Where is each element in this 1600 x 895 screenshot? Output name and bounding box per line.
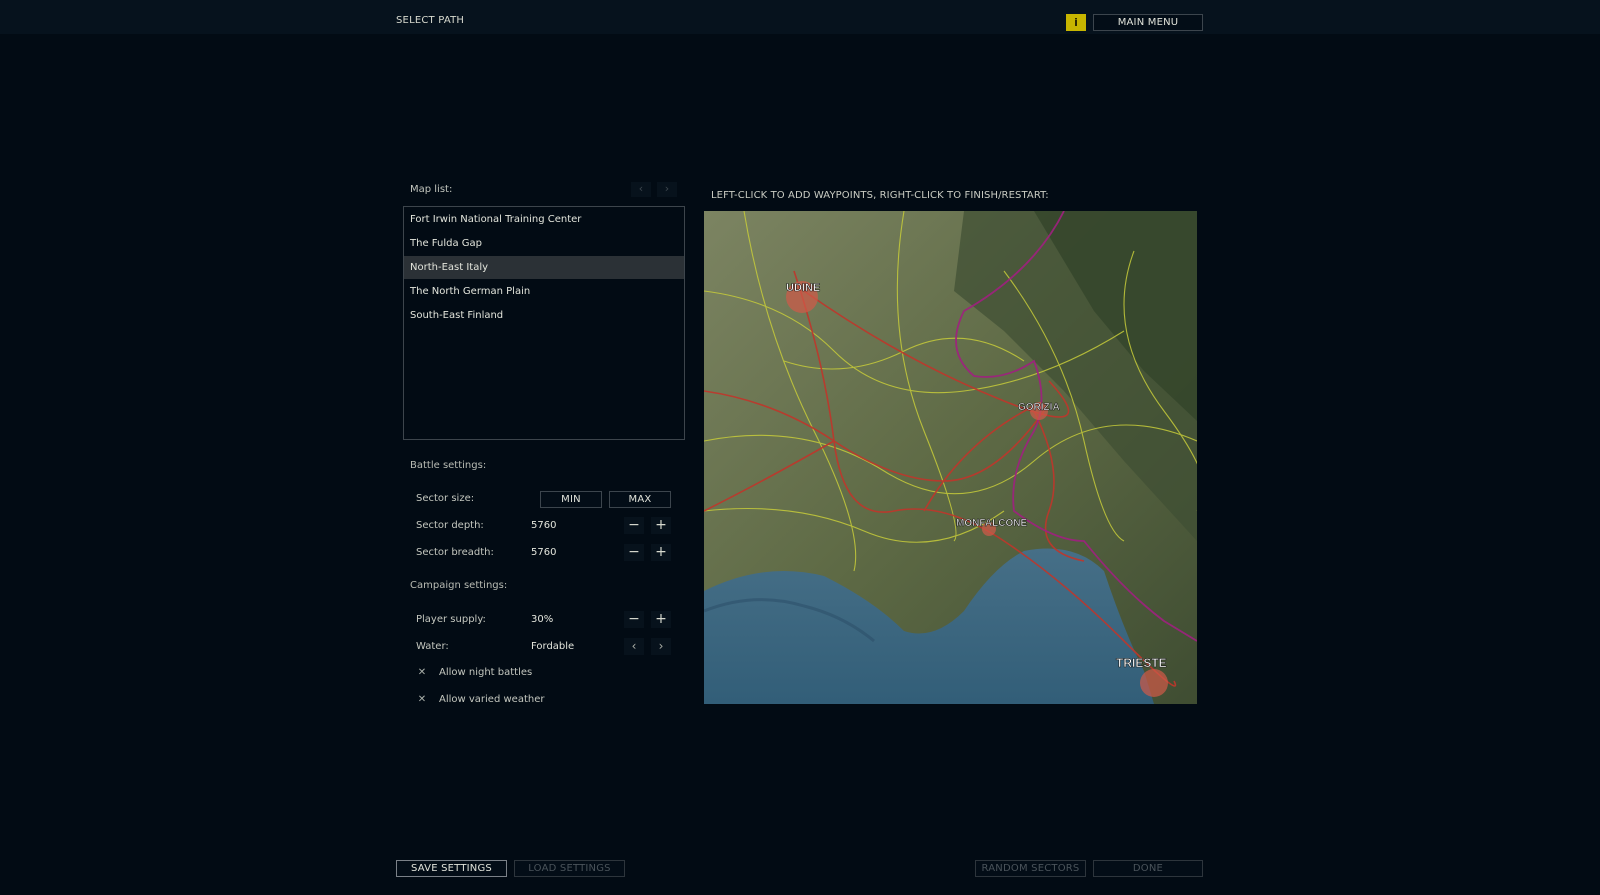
map-view[interactable]: UDINE GORIZIA MONFALCONE TRIESTE — [704, 211, 1197, 704]
map-label-monfalcone: MONFALCONE — [956, 518, 1027, 529]
sector-depth-value: 5760 — [531, 520, 557, 531]
water-prev-button[interactable]: ‹ — [624, 638, 644, 655]
map-list-item-fort-irwin[interactable]: Fort Irwin National Training Center — [404, 208, 684, 231]
sector-size-label: Sector size: — [416, 493, 475, 504]
water-label: Water: — [416, 641, 449, 652]
sector-depth-minus-button[interactable]: − — [624, 517, 644, 534]
satellite-map[interactable]: UDINE GORIZIA MONFALCONE TRIESTE — [704, 211, 1197, 704]
map-label-gorizia: GORIZIA — [1018, 402, 1060, 413]
water-value: Fordable — [531, 641, 575, 652]
player-supply-plus-button[interactable]: + — [651, 611, 671, 628]
map-list-item-north-east-italy[interactable]: North-East Italy — [404, 256, 684, 279]
info-button[interactable]: i — [1066, 14, 1086, 31]
map-list-next-button[interactable]: › — [657, 182, 677, 197]
map-list-item-north-german-plain[interactable]: The North German Plain — [404, 280, 684, 303]
night-battles-label: Allow night battles — [439, 667, 533, 678]
map-label-udine: UDINE — [786, 282, 820, 294]
map-label-trieste: TRIESTE — [1116, 656, 1167, 670]
night-battles-checkbox[interactable]: ✕ — [416, 667, 428, 679]
map-list-item-south-east-finland[interactable]: South-East Finland — [404, 304, 684, 327]
map-instructions: LEFT-CLICK TO ADD WAYPOINTS, RIGHT-CLICK… — [711, 190, 1049, 201]
sector-depth-plus-button[interactable]: + — [651, 517, 671, 534]
top-bar — [0, 0, 1600, 34]
player-supply-minus-button[interactable]: − — [624, 611, 644, 628]
map-list-label: Map list: — [410, 184, 453, 195]
save-settings-button[interactable]: SAVE SETTINGS — [396, 860, 507, 877]
map-list-prev-button[interactable]: ‹ — [631, 182, 651, 197]
player-supply-value: 30% — [531, 614, 554, 625]
player-supply-label: Player supply: — [416, 614, 486, 625]
water-next-button[interactable]: › — [651, 638, 671, 655]
sector-breadth-minus-button[interactable]: − — [624, 544, 644, 561]
main-menu-button[interactable]: MAIN MENU — [1093, 14, 1203, 31]
map-list-item-fulda-gap[interactable]: The Fulda Gap — [404, 232, 684, 255]
sector-size-max-button[interactable]: MAX — [609, 491, 671, 508]
sector-depth-label: Sector depth: — [416, 520, 484, 531]
random-sectors-button[interactable]: RANDOM SECTORS — [975, 860, 1086, 877]
sector-size-min-button[interactable]: MIN — [540, 491, 602, 508]
sector-breadth-plus-button[interactable]: + — [651, 544, 671, 561]
battle-settings-label: Battle settings: — [410, 460, 487, 471]
page-title: SELECT PATH — [396, 15, 465, 26]
varied-weather-label: Allow varied weather — [439, 694, 545, 705]
done-button[interactable]: DONE — [1093, 860, 1203, 877]
sector-breadth-label: Sector breadth: — [416, 547, 494, 558]
map-list: Fort Irwin National Training Center The … — [403, 206, 685, 440]
varied-weather-checkbox[interactable]: ✕ — [416, 694, 428, 706]
load-settings-button[interactable]: LOAD SETTINGS — [514, 860, 625, 877]
campaign-settings-label: Campaign settings: — [410, 580, 508, 591]
sector-breadth-value: 5760 — [531, 547, 557, 558]
